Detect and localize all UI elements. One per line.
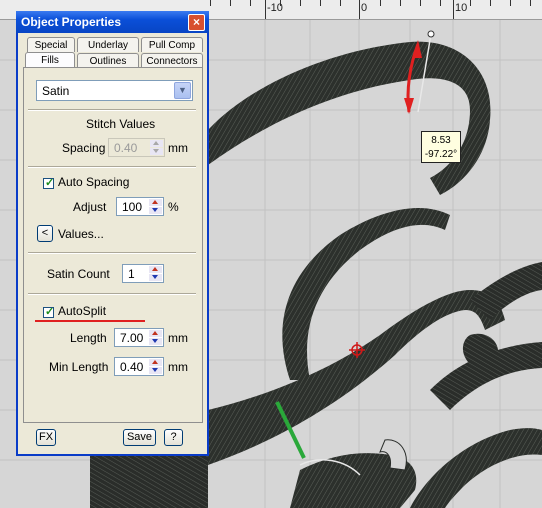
fill-type-select[interactable]: Satin ▼ <box>36 80 193 101</box>
ruler-label: -10 <box>267 2 283 14</box>
spacing-unit: mm <box>168 141 188 155</box>
min-length-unit: mm <box>168 360 188 374</box>
adjust-unit: % <box>168 200 179 214</box>
length-value: 7.00 <box>120 331 144 345</box>
satin-count-label: Satin Count <box>47 267 110 281</box>
auto-spacing-label: Auto Spacing <box>58 175 130 189</box>
spacing-label: Spacing <box>62 141 106 155</box>
dialog-titlebar[interactable]: Object Properties × <box>16 11 209 33</box>
tooltip-length: 8.53 <box>431 135 451 146</box>
adjust-value: 100 <box>122 200 143 214</box>
fx-button[interactable]: FX <box>36 429 56 446</box>
tooltip-angle: -97.22° <box>424 149 458 160</box>
dialog-title: Object Properties <box>21 15 122 29</box>
help-button[interactable]: ? <box>164 429 183 446</box>
tab-connectors[interactable]: Connectors <box>141 53 203 68</box>
tab-special[interactable]: Special <box>27 37 75 52</box>
chevron-down-icon[interactable]: ▼ <box>174 82 191 99</box>
length-label: Length <box>70 331 107 345</box>
fill-type-value: Satin <box>42 84 70 98</box>
close-icon[interactable]: × <box>188 14 205 31</box>
spacing-value: 0.40 <box>114 141 138 155</box>
ruler-label: 10 <box>455 2 468 14</box>
auto-spacing-checkbox[interactable]: ✓ <box>43 177 54 189</box>
autosplit-underline-annotation <box>35 320 145 322</box>
values-expand-button[interactable]: < <box>37 225 53 242</box>
tab-underlay[interactable]: Underlay <box>77 37 139 52</box>
values-label[interactable]: Values... <box>58 227 104 241</box>
tab-outlines[interactable]: Outlines <box>77 53 139 68</box>
min-length-value: 0.40 <box>120 360 144 374</box>
length-unit: mm <box>168 331 188 345</box>
stitch-values-heading: Stitch Values <box>86 117 156 131</box>
angle-tooltip: 8.53 -97.22° <box>421 131 461 163</box>
autosplit-label: AutoSplit <box>58 304 107 318</box>
spacing-stepper: 0.40 <box>108 138 165 157</box>
min-length-label: Min Length <box>49 360 109 374</box>
adjust-stepper[interactable]: 100 <box>116 197 164 216</box>
ruler-label: 0 <box>361 2 368 14</box>
object-properties-dialog: Object Properties × Special Underlay Pul… <box>16 11 209 456</box>
length-stepper[interactable]: 7.00 <box>114 328 164 347</box>
autosplit-checkbox[interactable]: ✓ <box>43 306 54 318</box>
save-button[interactable]: Save <box>123 429 156 446</box>
tab-pull-comp[interactable]: Pull Comp <box>141 37 203 52</box>
min-length-stepper[interactable]: 0.40 <box>114 357 164 376</box>
adjust-label: Adjust <box>73 200 107 214</box>
satin-count-stepper[interactable]: 1 <box>122 264 164 283</box>
satin-count-value: 1 <box>128 267 135 281</box>
